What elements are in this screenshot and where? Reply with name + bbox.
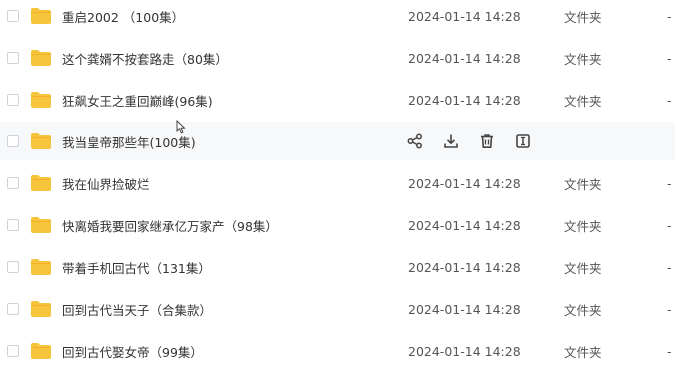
rename-icon: [516, 134, 530, 148]
file-row[interactable]: 重启2002 （100集） 2024-01-14 14:28 文件夹 -: [0, 0, 675, 35]
modified-date: 2024-01-14 14:28: [408, 175, 521, 191]
file-name[interactable]: 重启2002 （100集）: [62, 7, 184, 26]
file-size: -: [667, 8, 672, 24]
folder-icon: [31, 50, 51, 66]
file-row[interactable]: 快离婚我要回家继承亿万家产（98集） 2024-01-14 14:28 文件夹 …: [0, 206, 675, 244]
modified-date: 2024-01-14 14:28: [408, 259, 521, 275]
file-type: 文件夹: [564, 9, 602, 25]
file-size: -: [667, 175, 672, 191]
modified-date: 2024-01-14 14:28: [408, 301, 521, 317]
file-size: -: [667, 259, 672, 275]
file-type: 文件夹: [564, 344, 602, 360]
file-size: -: [667, 301, 672, 317]
modified-date: 2024-01-14 14:28: [408, 217, 521, 233]
share-button[interactable]: [406, 132, 424, 150]
file-name[interactable]: 回到古代当天子（合集款）: [62, 300, 212, 319]
file-row[interactable]: 我在仙界捡破烂 2024-01-14 14:28 文件夹 -: [0, 164, 675, 202]
row-checkbox[interactable]: [7, 135, 19, 147]
file-row[interactable]: 回到古代当天子（合集款） 2024-01-14 14:28 文件夹 -: [0, 290, 675, 328]
folder-icon: [31, 92, 51, 108]
file-name[interactable]: 回到古代娶女帝（99集）: [62, 342, 203, 361]
folder-icon: [31, 175, 51, 191]
file-row[interactable]: 这个龚婿不按套路走（80集） 2024-01-14 14:28 文件夹 -: [0, 39, 675, 77]
share-icon: [407, 133, 422, 149]
folder-icon: [31, 259, 51, 275]
row-checkbox[interactable]: [7, 219, 19, 231]
row-checkbox[interactable]: [7, 94, 19, 106]
file-type: 文件夹: [564, 260, 602, 276]
file-size: -: [667, 343, 672, 359]
row-checkbox[interactable]: [7, 261, 19, 273]
file-row[interactable]: 狂飙女王之重回巅峰(96集) 2024-01-14 14:28 文件夹 -: [0, 81, 675, 119]
folder-icon: [31, 301, 51, 317]
file-type: 文件夹: [564, 51, 602, 67]
file-type: 文件夹: [564, 176, 602, 192]
row-checkbox[interactable]: [7, 52, 19, 64]
row-checkbox[interactable]: [7, 177, 19, 189]
rename-button[interactable]: [514, 132, 532, 150]
file-name[interactable]: 带着手机回古代（131集）: [62, 258, 211, 277]
file-name[interactable]: 这个龚婿不按套路走（80集）: [62, 49, 228, 68]
folder-icon: [31, 343, 51, 359]
file-name[interactable]: 狂飙女王之重回巅峰(96集): [62, 91, 213, 110]
file-size: -: [667, 92, 672, 108]
trash-icon: [481, 134, 493, 148]
file-row-hovered[interactable]: 我当皇帝那些年(100集): [0, 122, 675, 160]
file-type: 文件夹: [564, 93, 602, 109]
file-size: -: [667, 217, 672, 233]
modified-date: 2024-01-14 14:28: [408, 8, 521, 24]
modified-date: 2024-01-14 14:28: [408, 343, 521, 359]
file-name[interactable]: 我在仙界捡破烂: [62, 174, 150, 193]
row-checkbox[interactable]: [7, 345, 19, 357]
file-name[interactable]: 快离婚我要回家继承亿万家产（98集）: [62, 216, 278, 235]
row-actions: [406, 132, 532, 150]
file-type: 文件夹: [564, 302, 602, 318]
file-size: -: [667, 50, 672, 66]
download-button[interactable]: [442, 132, 460, 150]
modified-date: 2024-01-14 14:28: [408, 50, 521, 66]
folder-icon: [31, 8, 51, 24]
download-icon: [444, 134, 458, 148]
file-row[interactable]: 回到古代娶女帝（99集） 2024-01-14 14:28 文件夹 -: [0, 332, 675, 370]
modified-date: 2024-01-14 14:28: [408, 92, 521, 108]
folder-icon: [31, 133, 51, 149]
row-checkbox[interactable]: [7, 10, 19, 22]
file-type: 文件夹: [564, 218, 602, 234]
mouse-cursor-icon: [176, 120, 186, 134]
file-name[interactable]: 我当皇帝那些年(100集): [62, 132, 196, 151]
delete-button[interactable]: [478, 132, 496, 150]
row-checkbox[interactable]: [7, 303, 19, 315]
file-row[interactable]: 带着手机回古代（131集） 2024-01-14 14:28 文件夹 -: [0, 248, 675, 286]
folder-icon: [31, 217, 51, 233]
